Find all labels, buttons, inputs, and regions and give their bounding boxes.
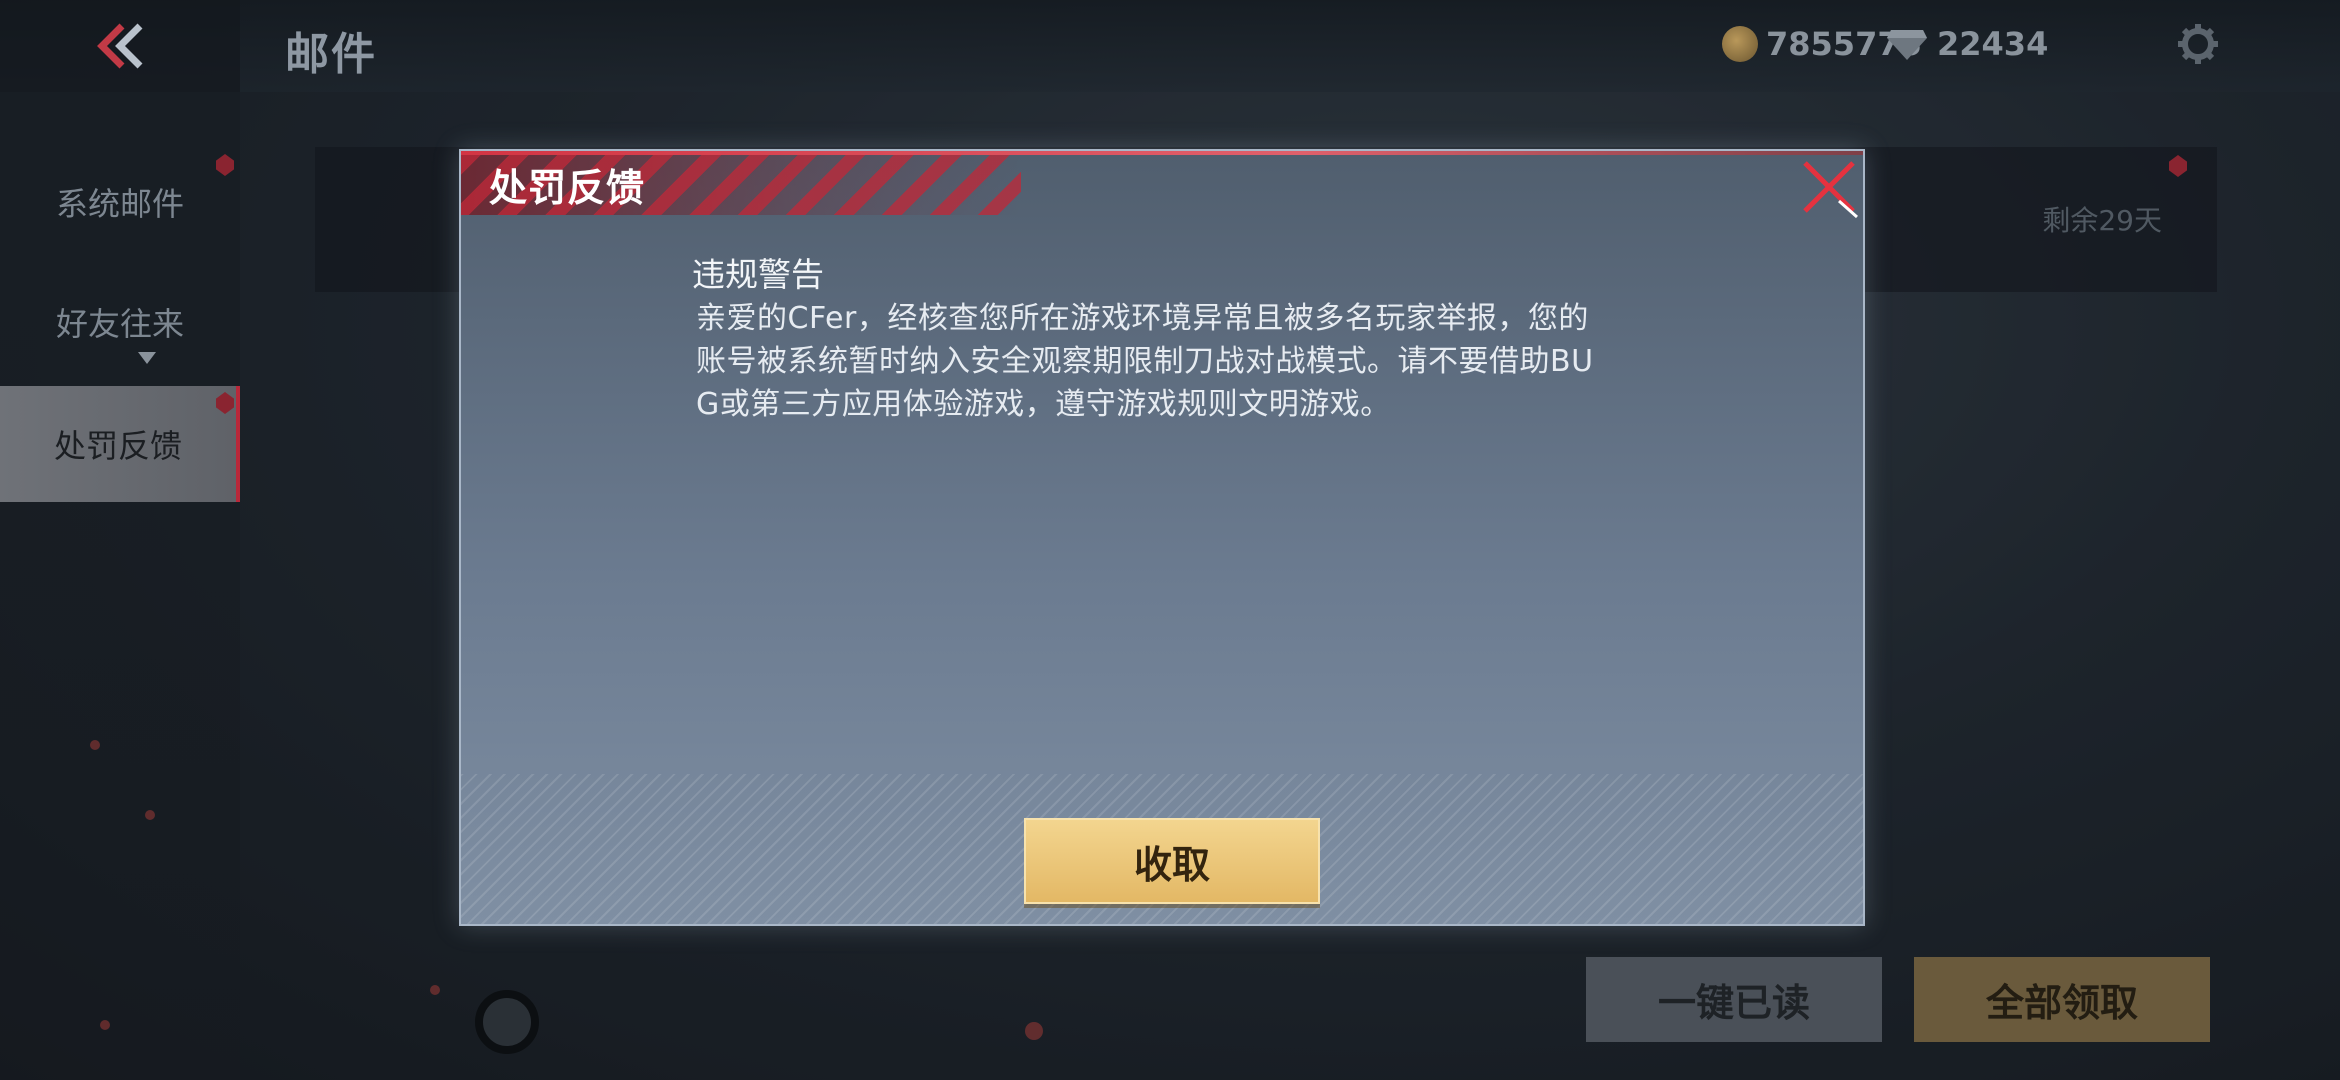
- back-button[interactable]: [0, 0, 240, 92]
- message-body: 亲爱的CFer，经核查您所在游戏环境异常且被多名玩家举报，您的 账号被系统暂时纳…: [696, 297, 1656, 426]
- sidebar-item-label: 好友往来: [55, 305, 184, 343]
- spark-decoration: [430, 985, 440, 995]
- collect-button[interactable]: 收取: [1024, 818, 1320, 904]
- alert-badge-icon: [2169, 155, 2187, 177]
- back-chevron-icon: [97, 23, 143, 69]
- diamond-icon: [1887, 30, 1927, 60]
- claim-all-button[interactable]: 全部领取: [1914, 957, 2210, 1042]
- alert-badge-icon: [216, 154, 234, 176]
- gear-icon: [2178, 24, 2218, 64]
- spark-decoration: [100, 1020, 110, 1030]
- dialog-title: 处罚反馈: [489, 166, 646, 210]
- message-line: 亲爱的CFer，经核查您所在游戏环境异常且被多名玩家举报，您的: [696, 301, 1589, 336]
- sidebar-item-label: 处罚反馈: [53, 427, 182, 465]
- sidebar-item-friends[interactable]: 好友往来: [0, 264, 240, 380]
- gold-coin-icon: [1722, 26, 1758, 62]
- dialog-header-stripes: 处罚反馈: [461, 155, 1021, 215]
- spark-decoration: [90, 740, 100, 750]
- sidebar: 系统邮件 好友往来 处罚反馈: [0, 92, 240, 1080]
- spark-decoration: [145, 810, 155, 820]
- spark-decoration: [1025, 1022, 1043, 1040]
- sidebar-item-label: 系统邮件: [55, 185, 184, 223]
- message-line: G或第三方应用体验游戏，遵守游戏规则文明游戏。: [696, 387, 1391, 422]
- read-all-button[interactable]: 一键已读: [1586, 957, 1882, 1042]
- diamond-amount: 22434: [1937, 25, 2049, 63]
- remaining-days: 剩余29天: [2042, 204, 2162, 237]
- close-icon: [1803, 161, 1858, 219]
- caret-down-icon: [138, 352, 156, 364]
- sidebar-item-system-mail[interactable]: 系统邮件: [0, 144, 240, 260]
- joystick-ring-icon[interactable]: [475, 990, 539, 1054]
- sidebar-item-penalty-feedback[interactable]: 处罚反馈: [0, 386, 240, 502]
- page-title: 邮件: [285, 29, 377, 80]
- top-bar: 邮件 7855775 22434: [0, 0, 2340, 92]
- penalty-feedback-dialog: 处罚反馈 违规警告 亲爱的CFer，经核查您所在游戏环境异常且被多名玩家举报，您…: [459, 149, 1865, 926]
- alert-badge-icon: [216, 392, 234, 414]
- message-title: 违规警告: [692, 255, 824, 294]
- close-button[interactable]: [1799, 157, 1863, 221]
- message-line: 账号被系统暂时纳入安全观察期限制刀战对战模式。请不要借助BU: [696, 344, 1594, 379]
- diamond-currency: 22434: [1885, 22, 2048, 66]
- settings-button[interactable]: [2176, 22, 2220, 66]
